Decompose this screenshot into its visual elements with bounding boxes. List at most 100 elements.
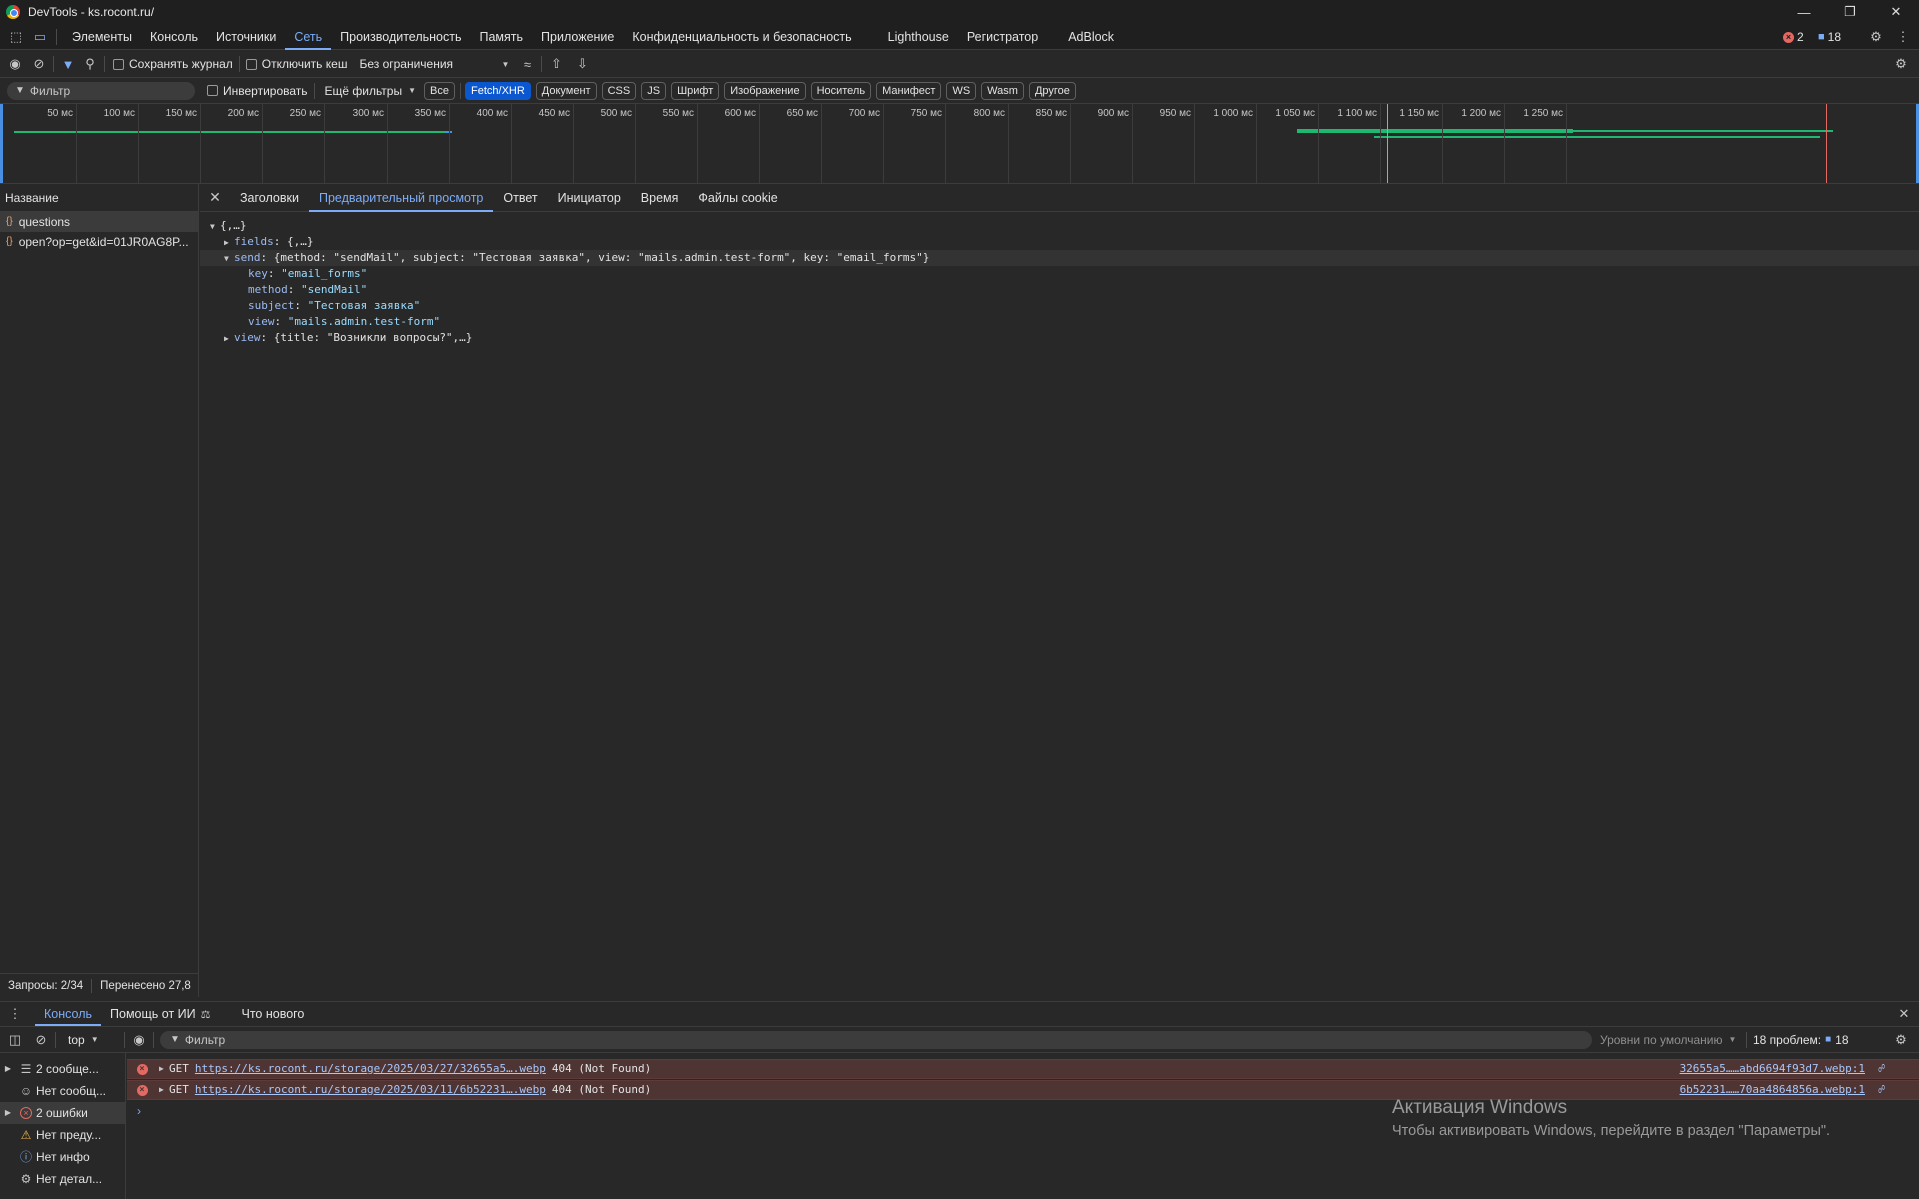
search-icon[interactable]: ⚲	[82, 56, 98, 72]
drawer-tab-ai-assistance[interactable]: Помощь от ИИ	[101, 1002, 205, 1026]
clear-icon[interactable]: ⊘	[31, 56, 47, 72]
tab-memory[interactable]: Память	[471, 24, 533, 50]
timeline-gridline	[1504, 104, 1505, 183]
issues-counter[interactable]: 18 проблем: ■ 18	[1753, 1033, 1849, 1047]
tab-initiator[interactable]: Инициатор	[548, 184, 631, 212]
close-details-icon[interactable]: ✕	[200, 189, 230, 206]
tab-application[interactable]: Приложение	[532, 24, 623, 50]
disable-cache-checkbox[interactable]: Отключить кеш	[245, 57, 347, 71]
tab-privacy-security[interactable]: Конфиденциальность и безопасность	[623, 24, 860, 50]
name-column-header[interactable]: Название	[0, 184, 198, 212]
error-badge[interactable]: × 2	[1783, 30, 1804, 44]
export-har-icon[interactable]: ⇩	[574, 56, 590, 72]
timeline-gridline	[449, 104, 450, 183]
restore-button[interactable]: ❐	[1827, 0, 1873, 24]
json-key: view	[234, 331, 261, 344]
chip-js[interactable]: JS	[641, 81, 667, 100]
tab-lighthouse[interactable]: Lighthouse	[879, 24, 958, 50]
messages-badge[interactable]: ■ 18	[1818, 30, 1841, 44]
drawer-menu-icon[interactable]: ⋮	[7, 1006, 23, 1022]
close-drawer-icon[interactable]: ✕	[1896, 1006, 1912, 1022]
tab-elements[interactable]: Элементы	[63, 24, 141, 50]
request-url-link[interactable]: https://ks.rocont.ru/storage/2025/03/27/…	[195, 1059, 546, 1079]
chip-ws[interactable]: WS	[946, 81, 977, 100]
inspect-element-icon[interactable]: ⬚	[8, 29, 24, 45]
sidebar-item-warnings[interactable]: ⚠ Нет преду...	[0, 1124, 125, 1146]
issues-label: 18 проблем:	[1753, 1032, 1822, 1047]
tab-timing[interactable]: Время	[631, 184, 689, 212]
tab-recorder[interactable]: Регистратор	[958, 24, 1047, 50]
xhr-icon: {}	[6, 216, 13, 227]
throttling-select[interactable]: Без ограничения ▼	[359, 57, 509, 71]
sidebar-item-verbose[interactable]: ⚙ Нет детал...	[0, 1168, 125, 1190]
network-globe-icon[interactable]: ☍	[1878, 1059, 1885, 1079]
drawer-tab-console[interactable]: Консоль	[35, 1002, 102, 1026]
chip-all[interactable]: Все	[424, 81, 455, 100]
more-menu-icon[interactable]: ⋮	[1895, 29, 1911, 45]
live-expression-eye-icon[interactable]: ◉	[131, 1032, 147, 1048]
console-settings-gear-icon[interactable]: ⚙	[1893, 1032, 1909, 1048]
chip-image[interactable]: Изображение	[724, 81, 806, 100]
tab-cookies[interactable]: Файлы cookie	[688, 184, 787, 212]
console-filter-input[interactable]: ▼ Фильтр	[160, 1030, 1592, 1049]
timeline-gridline	[1194, 104, 1195, 183]
chip-css[interactable]: CSS	[601, 81, 637, 100]
source-link[interactable]: 32655a5……abd6694f93d7.webp:1	[1680, 1059, 1865, 1079]
chip-media[interactable]: Носитель	[810, 81, 872, 100]
more-filters-dropdown[interactable]: Ещё фильтры ▼	[325, 84, 417, 98]
watermark-subtitle: Чтобы активировать Windows, перейдите в …	[1392, 1123, 1831, 1139]
network-settings-gear-icon[interactable]: ⚙	[1893, 56, 1909, 72]
tab-sources[interactable]: Источники	[207, 24, 285, 50]
chip-wasm[interactable]: Wasm	[981, 81, 1024, 100]
network-conditions-icon[interactable]: ≈	[519, 56, 535, 72]
json-node-fields[interactable]: ▶ fields: {,…}	[200, 234, 1919, 250]
sidebar-toggle-icon[interactable]: ◫	[7, 1032, 23, 1048]
clear-console-icon[interactable]: ⊘	[33, 1032, 49, 1048]
invert-checkbox[interactable]: Инвертировать	[207, 84, 308, 98]
sidebar-item-errors[interactable]: ▶ × 2 ошибки	[0, 1102, 125, 1124]
json-node-send[interactable]: ▼ send: {method: "sendMail", subject: "Те…	[200, 250, 1919, 266]
chip-document[interactable]: Документ	[535, 81, 597, 100]
chip-manifest[interactable]: Манифест	[876, 81, 942, 100]
close-window-button[interactable]: ✕	[1873, 0, 1919, 24]
sidebar-item-info[interactable]: ⓘ Нет инфо	[0, 1146, 125, 1168]
tab-preview[interactable]: Предварительный просмотр	[308, 184, 494, 212]
tab-response[interactable]: Ответ	[493, 184, 547, 212]
json-prop: subject: "Тестовая заявка"	[248, 299, 421, 312]
chip-other[interactable]: Другое	[1028, 81, 1076, 100]
device-toolbar-icon[interactable]: ▭	[32, 29, 48, 45]
tab-console[interactable]: Консоль	[141, 24, 207, 50]
json-root[interactable]: ▼ {,…}	[200, 218, 1919, 234]
overview-left-handle[interactable]	[0, 104, 3, 183]
tab-network[interactable]: Сеть	[285, 24, 332, 50]
preserve-log-checkbox[interactable]: Сохранять журнал	[113, 57, 233, 71]
sidebar-item-user-messages[interactable]: ☺ Нет сообщ...	[0, 1080, 125, 1102]
import-har-icon[interactable]: ⇧	[548, 56, 564, 72]
tab-headers[interactable]: Заголовки	[230, 184, 309, 212]
request-row[interactable]: {} open?op=get&id=01JR0AG8P...	[0, 232, 198, 252]
log-levels-dropdown[interactable]: Уровни по умолчанию ▼	[1600, 1033, 1740, 1047]
tab-performance[interactable]: Производительность	[331, 24, 470, 50]
timeline-gridline	[821, 104, 822, 183]
minimize-button[interactable]: —	[1781, 0, 1827, 24]
record-icon[interactable]: ◉	[7, 56, 23, 72]
settings-gear-icon[interactable]: ⚙	[1868, 29, 1884, 45]
json-key: subject	[248, 299, 295, 312]
request-url-link[interactable]: https://ks.rocont.ru/storage/2025/03/11/…	[195, 1080, 546, 1100]
prompt-chevron-icon: ›	[137, 1104, 141, 1118]
drawer-tab-whats-new[interactable]: Что нового	[233, 1002, 314, 1026]
context-select[interactable]: top ▼	[68, 1033, 118, 1047]
request-row[interactable]: {} questions	[0, 212, 198, 232]
console-error-row[interactable]: × ▶ GET https://ks.rocont.ru/storage/202…	[127, 1059, 1919, 1079]
network-globe-icon[interactable]: ☍	[1878, 1080, 1885, 1100]
filter-input[interactable]: ▼ Фильтр	[7, 81, 195, 100]
chip-font[interactable]: Шрифт	[671, 81, 720, 100]
chip-fetch-xhr[interactable]: Fetch/XHR	[465, 81, 531, 100]
preserve-log-label: Сохранять журнал	[129, 57, 233, 71]
filter-icon[interactable]: ▼	[60, 56, 76, 72]
network-overview-timeline[interactable]: 50 мс 100 мс 150 мс 200 мс 250 мс 300 мс 350 м…	[0, 104, 1919, 184]
json-node-view[interactable]: ▶ view: {title: "Возникли вопросы?",…}	[200, 330, 1919, 346]
tab-adblock[interactable]: AdBlock	[1059, 24, 1123, 50]
bug-icon: ⚙	[20, 1172, 32, 1186]
sidebar-item-messages[interactable]: ▶ ☰ 2 сообще...	[0, 1058, 125, 1080]
